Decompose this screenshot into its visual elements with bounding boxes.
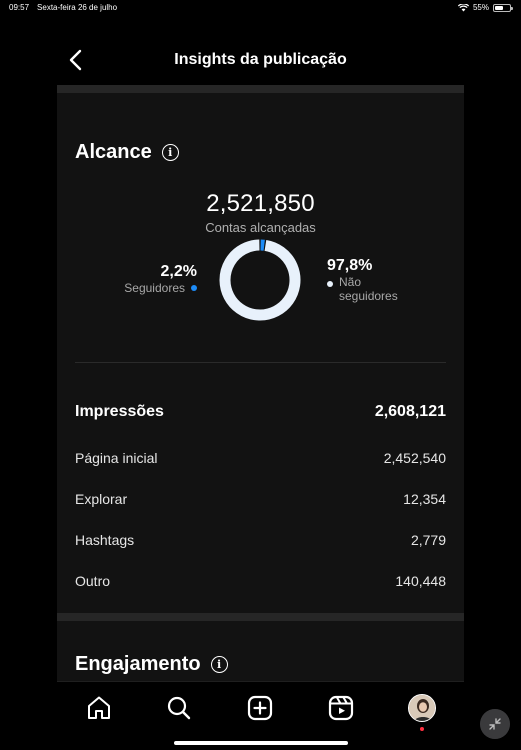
accounts-reached-label: Contas alcançadas	[205, 220, 316, 235]
collapse-icon[interactable]	[480, 709, 510, 739]
reels-icon[interactable]	[327, 694, 355, 722]
wifi-icon	[457, 3, 469, 11]
home-icon[interactable]	[85, 694, 113, 722]
reach-section: Alcance i 2,521,850 Contas alcançadas 2,…	[57, 93, 464, 613]
followers-percent: 2,2%	[160, 263, 197, 280]
non-followers-segment: 97,8% Não seguidores	[327, 257, 437, 303]
source-row: Hashtags 2,779	[75, 532, 446, 548]
source-row: Explorar 12,354	[75, 491, 446, 507]
status-bar: 09:57 Sexta-feira 26 de julho 55%	[0, 0, 521, 16]
reach-title: Alcance	[75, 141, 152, 163]
non-followers-percent: 97,8%	[327, 257, 373, 274]
impressions-row: Impressões 2,608,121	[75, 403, 446, 421]
non-followers-label-line1: Não	[339, 275, 362, 289]
section-separator	[57, 613, 464, 621]
reach-heading: Alcance i	[75, 141, 179, 164]
bottom-tab-bar	[57, 681, 464, 737]
impressions-value: 2,608,121	[374, 403, 446, 420]
home-indicator[interactable]	[174, 741, 348, 745]
header-divider	[57, 85, 464, 93]
non-followers-label-line2: seguidores	[339, 289, 398, 303]
search-icon[interactable]	[165, 694, 193, 722]
source-label: Outro	[75, 573, 111, 589]
status-time: 09:57	[9, 3, 30, 12]
battery-percent: 55%	[472, 3, 489, 12]
battery-level	[495, 5, 503, 10]
non-followers-label-row: Não seguidores	[327, 275, 437, 303]
impressions-label: Impressões	[75, 403, 164, 420]
create-icon[interactable]	[246, 694, 274, 722]
source-label: Explorar	[75, 491, 128, 507]
section-divider	[75, 362, 446, 363]
accounts-reached-value: 2,521,850	[206, 190, 315, 217]
page-title: Insights da publicação	[174, 51, 347, 68]
app-window: Insights da publicação Alcance i 2,521,8…	[57, 15, 464, 737]
source-value: 12,354	[403, 491, 446, 507]
source-row: Página inicial 2,452,540	[75, 450, 446, 466]
engagement-heading: Engajamento i	[75, 653, 228, 676]
info-icon[interactable]: i	[161, 144, 179, 161]
non-followers-label: Não seguidores	[339, 275, 398, 303]
non-followers-dot	[327, 281, 333, 287]
engagement-section: Engajamento i	[57, 621, 464, 681]
source-row: Outro 140,448	[75, 573, 446, 589]
source-label: Hashtags	[75, 532, 135, 548]
avatar-image	[409, 695, 435, 721]
followers-label: Seguidores	[124, 281, 185, 295]
donut-slice-non-followers	[219, 239, 301, 321]
source-value: 2,779	[410, 532, 446, 548]
profile-avatar[interactable]	[408, 694, 436, 722]
notification-dot	[420, 727, 424, 731]
source-value: 140,448	[395, 573, 446, 589]
followers-dot	[191, 285, 197, 291]
battery-icon	[493, 3, 513, 12]
source-label: Página inicial	[75, 450, 158, 466]
followers-segment: 2,2% Seguidores	[97, 263, 197, 295]
header: Insights da publicação	[57, 15, 464, 85]
engagement-title: Engajamento	[75, 653, 201, 675]
reach-donut-chart	[219, 239, 301, 321]
status-date: Sexta-feira 26 de julho	[37, 3, 118, 12]
source-value: 2,452,540	[383, 450, 446, 466]
followers-label-row: Seguidores	[97, 281, 197, 295]
info-icon[interactable]: i	[210, 656, 228, 673]
